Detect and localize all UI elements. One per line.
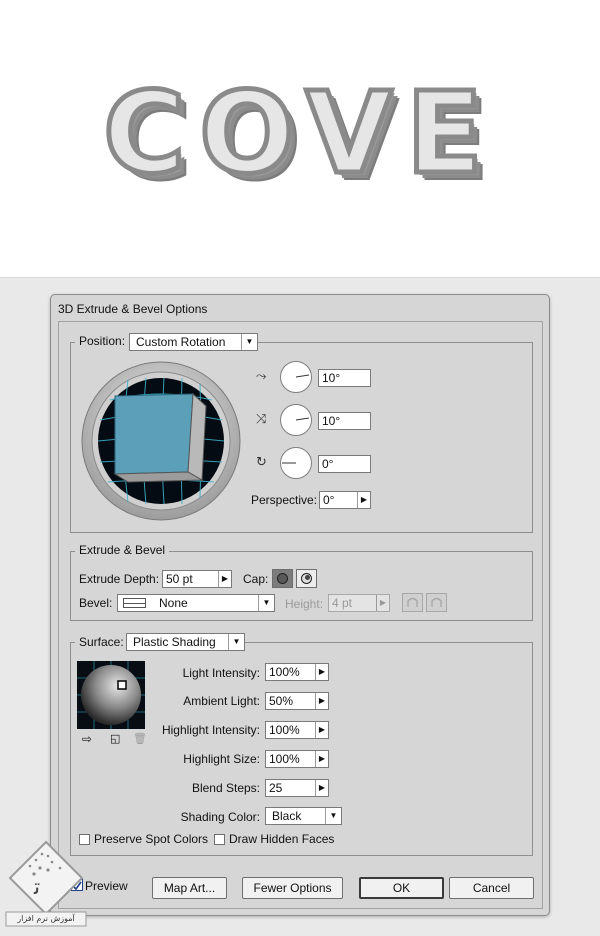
highlight-intensity-label: Highlight Intensity: <box>161 723 260 737</box>
y-rotation-dial[interactable] <box>280 404 312 436</box>
perspective-input[interactable]: 0° ▶ <box>319 491 371 509</box>
watermark-text: آموزش نرم افزار <box>17 914 75 923</box>
extrude-bevel-legend: Extrude & Bevel <box>75 543 170 557</box>
bevel-preview-icon <box>123 598 146 608</box>
chevron-down-icon: ▼ <box>258 595 274 611</box>
blend-steps-label: Blend Steps: <box>191 781 260 795</box>
shading-color-value: Black <box>272 809 302 823</box>
chevron-down-icon: ▼ <box>241 334 257 350</box>
triangle-right-icon: ▶ <box>376 595 389 611</box>
height-value: 4 pt <box>332 596 353 610</box>
x-rotation-input[interactable]: 10° <box>318 369 371 387</box>
light-intensity-label: Light Intensity: <box>182 666 260 680</box>
light-intensity-input[interactable]: 100% ▶ <box>265 663 329 681</box>
blend-steps-value: 25 <box>269 781 283 795</box>
artwork-preview: COVE <box>0 0 600 278</box>
ambient-light-value: 50% <box>269 694 294 708</box>
ok-button[interactable]: OK <box>359 877 444 899</box>
fewer-options-button[interactable]: Fewer Options <box>242 877 343 899</box>
draw-hidden-faces-label: Draw Hidden Faces <box>229 832 335 846</box>
height-input[interactable]: 4 pt ▶ <box>328 594 390 612</box>
surface-preset-dropdown[interactable]: Plastic Shading ▼ <box>126 633 245 651</box>
perspective-label: Perspective: <box>251 493 318 507</box>
rotation-track-cube[interactable] <box>80 360 242 522</box>
dialog-content: Position: Custom Rotation ▼ ⤳ 10° ⤨ 10° … <box>58 321 543 909</box>
z-rotation-dial[interactable] <box>280 447 312 479</box>
highlight-size-input[interactable]: 100% ▶ <box>265 750 329 768</box>
surface-preset-value: Plastic Shading <box>133 635 216 649</box>
preview-label: Preview <box>85 879 128 893</box>
triangle-right-icon: ▶ <box>315 722 328 738</box>
z-rotation-input[interactable]: 0° <box>318 455 371 473</box>
extrude-depth-input[interactable]: 50 pt ▶ <box>162 570 232 588</box>
bevel-out-button[interactable] <box>402 593 423 612</box>
map-art-button[interactable]: Map Art... <box>152 877 227 899</box>
position-preset-dropdown[interactable]: Custom Rotation ▼ <box>129 333 258 351</box>
ambient-light-label: Ambient Light: <box>183 694 260 708</box>
highlight-intensity-value: 100% <box>269 723 300 737</box>
triangle-right-icon: ▶ <box>315 780 328 796</box>
z-axis-rotate-icon: ↻ <box>256 454 267 469</box>
cove-3d-text: COVE <box>101 69 497 199</box>
triangle-right-icon: ▶ <box>357 492 370 508</box>
x-axis-rotate-icon: ⤳ <box>256 368 267 383</box>
cancel-button[interactable]: Cancel <box>449 877 534 899</box>
y-rotation-input[interactable]: 10° <box>318 412 371 430</box>
bevel-value: None <box>159 596 188 610</box>
position-preset-value: Custom Rotation <box>136 335 226 349</box>
preserve-spot-colors-label: Preserve Spot Colors <box>94 832 209 846</box>
triangle-right-icon: ▶ <box>315 664 328 680</box>
cap-label: Cap: <box>243 572 269 586</box>
highlight-size-value: 100% <box>269 752 300 766</box>
triangle-right-icon: ▶ <box>315 751 328 767</box>
y-axis-rotate-icon: ⤨ <box>256 411 267 426</box>
light-intensity-value: 100% <box>269 665 300 679</box>
extrude-depth-label: Extrude Depth: <box>79 572 160 586</box>
bevel-label: Bevel: <box>79 596 113 610</box>
height-label: Height: <box>285 597 324 611</box>
lighting-sphere[interactable] <box>77 661 145 729</box>
blend-steps-input[interactable]: 25 ▶ <box>265 779 329 797</box>
triangle-right-icon: ▶ <box>218 571 231 587</box>
move-light-back-icon[interactable]: ⇨ <box>82 732 92 746</box>
bevel-dropdown[interactable]: None ▼ <box>117 594 275 612</box>
surface-label: Surface: <box>75 635 128 649</box>
triangle-right-icon: ▶ <box>315 693 328 709</box>
ambient-light-input[interactable]: 50% ▶ <box>265 692 329 710</box>
new-light-icon[interactable]: ◱ <box>110 732 120 745</box>
bevel-in-button[interactable] <box>426 593 447 612</box>
draw-hidden-faces-checkbox[interactable] <box>214 834 225 845</box>
chevron-down-icon: ▼ <box>325 808 341 824</box>
shading-color-dropdown[interactable]: Black ▼ <box>265 807 342 825</box>
svg-text:ﺗ: ﺗ <box>33 875 40 900</box>
perspective-value: 0° <box>323 493 335 507</box>
x-rotation-dial[interactable] <box>280 361 312 393</box>
highlight-size-label: Highlight Size: <box>183 752 260 766</box>
highlight-intensity-input[interactable]: 100% ▶ <box>265 721 329 739</box>
extrude-depth-value: 50 pt <box>166 572 193 586</box>
cap-on-button[interactable] <box>272 569 293 588</box>
dialog-title: 3D Extrude & Bevel Options <box>58 302 208 316</box>
chevron-down-icon: ▼ <box>228 634 244 650</box>
extrude-bevel-dialog: 3D Extrude & Bevel Options Position: Cus… <box>50 294 550 916</box>
cap-off-button[interactable] <box>296 569 317 588</box>
position-label: Position: <box>75 334 130 348</box>
shading-color-label: Shading Color: <box>180 810 260 824</box>
